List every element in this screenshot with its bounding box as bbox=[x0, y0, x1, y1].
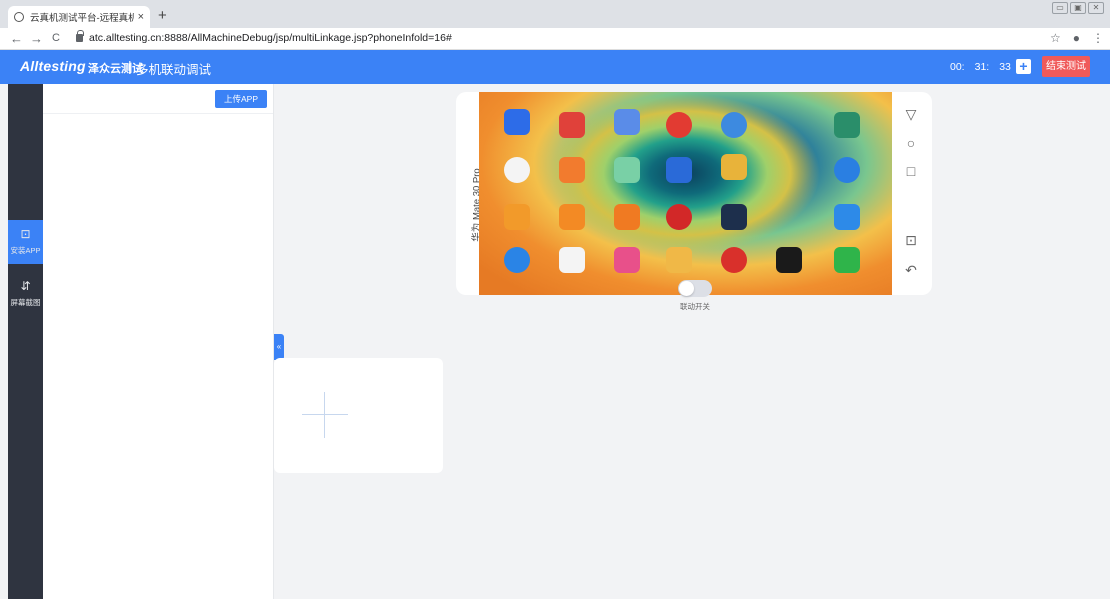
files-app-icon[interactable] bbox=[504, 204, 530, 230]
install-icon: ⊡ bbox=[20, 227, 31, 241]
app-store-icon[interactable] bbox=[666, 112, 692, 138]
app-panel: 上传APP bbox=[43, 84, 274, 599]
url-text: atc.alltesting.cn:8888/AllMachineDebug/j… bbox=[89, 32, 452, 44]
url-field[interactable]: atc.alltesting.cn:8888/AllMachineDebug/j… bbox=[76, 30, 452, 44]
recent-apps-icon[interactable]: □ bbox=[903, 163, 919, 179]
store-app-icon[interactable] bbox=[721, 247, 747, 273]
sidebar-item-label: 安装APP bbox=[10, 246, 41, 255]
browser-tabbar: 云真机测试平台-远程真机测试-Ｅ × + ▭ ▣ ✕ bbox=[0, 0, 1110, 28]
tools-folder-icon[interactable] bbox=[614, 109, 640, 135]
add-device-card[interactable] bbox=[274, 358, 443, 473]
collapse-panel-button[interactable]: « bbox=[274, 334, 284, 360]
maximize-icon[interactable]: ▣ bbox=[1070, 2, 1086, 14]
favicon-icon bbox=[14, 12, 24, 22]
phone-manager-app-icon[interactable] bbox=[559, 112, 585, 138]
camera-app-icon[interactable] bbox=[834, 112, 860, 138]
browser-menu-icon[interactable]: ⋮ bbox=[1092, 31, 1104, 45]
page-title: 多机联动调试 bbox=[136, 63, 212, 77]
wallet-app-icon[interactable] bbox=[614, 247, 640, 273]
end-test-button[interactable]: 结束测试 bbox=[1042, 56, 1090, 77]
sidebar-item-install-app[interactable]: ⊡ 安装APP bbox=[8, 220, 48, 264]
travel-app-icon[interactable] bbox=[666, 157, 692, 183]
window-close-icon[interactable]: ✕ bbox=[1088, 2, 1104, 14]
folder-app-icon[interactable] bbox=[614, 157, 640, 183]
browser-actions: ☆ ● ⋮ bbox=[1050, 31, 1104, 45]
address-bar: ← → C atc.alltesting.cn:8888/AllMachineD… bbox=[0, 28, 1110, 50]
add-time-button[interactable]: + bbox=[1016, 59, 1031, 74]
linkage-toggle-label: 联动开关 bbox=[680, 302, 710, 311]
music-app-icon[interactable] bbox=[614, 204, 640, 230]
support-app-icon[interactable] bbox=[504, 247, 530, 273]
video-app-icon[interactable] bbox=[559, 204, 585, 230]
phone-app-icon[interactable] bbox=[834, 247, 860, 273]
account-icon[interactable]: ● bbox=[1073, 31, 1080, 45]
home-circle-icon[interactable]: ○ bbox=[903, 135, 919, 151]
calendar-app-icon[interactable] bbox=[504, 109, 530, 135]
tab-close-icon[interactable]: × bbox=[138, 11, 144, 23]
timer-seconds: 33 bbox=[999, 61, 1011, 73]
tool-app-icon[interactable] bbox=[776, 247, 802, 273]
settings-app-icon[interactable] bbox=[834, 157, 860, 183]
news-app-icon[interactable] bbox=[666, 204, 692, 230]
linkage-toggle[interactable] bbox=[678, 280, 712, 297]
session-timer: 00: 31: 33 bbox=[950, 61, 1011, 73]
add-device-plus-icon bbox=[324, 392, 325, 438]
logo[interactable]: Alltesting bbox=[20, 58, 86, 74]
browser-app-icon[interactable] bbox=[721, 112, 747, 138]
lock-icon bbox=[76, 30, 84, 42]
notes-app-icon[interactable] bbox=[559, 247, 585, 273]
add-device-plus-icon-h bbox=[302, 414, 348, 415]
new-tab-button[interactable]: + bbox=[158, 7, 167, 24]
browser-tab[interactable]: 云真机测试平台-远程真机测试-Ｅ × bbox=[8, 6, 150, 28]
minimize-icon[interactable]: ▭ bbox=[1052, 2, 1068, 14]
back-arrow-icon[interactable]: ← bbox=[10, 31, 23, 46]
tab-title: 云真机测试平台-远程真机测试-Ｅ bbox=[30, 13, 134, 24]
sidebar-item-screenshot[interactable]: ⇵ 屏幕截图 bbox=[8, 272, 43, 316]
apps-folder-icon[interactable] bbox=[666, 247, 692, 273]
timer-hours: 00: bbox=[950, 61, 965, 73]
shop-app-icon[interactable] bbox=[559, 157, 585, 183]
rotate-icon[interactable]: ↶ bbox=[903, 262, 919, 279]
china-daily-app-icon[interactable] bbox=[721, 204, 747, 230]
clock-app-icon[interactable] bbox=[504, 157, 530, 183]
timer-minutes: 31: bbox=[974, 61, 990, 73]
app-header: Alltesting 泽众云测试 | 多机联动调试 00: 31: 33 + 结… bbox=[0, 50, 1110, 84]
forward-arrow-icon[interactable]: → bbox=[30, 31, 43, 46]
left-sidebar: ⊡ 安装APP ⇵ 屏幕截图 bbox=[8, 84, 48, 599]
reload-icon[interactable]: C bbox=[52, 32, 60, 44]
device-screen[interactable] bbox=[479, 92, 892, 295]
bookmark-star-icon[interactable]: ☆ bbox=[1050, 31, 1061, 45]
back-triangle-icon[interactable]: ▽ bbox=[903, 106, 919, 123]
toggle-knob bbox=[679, 281, 694, 296]
messages-app-icon[interactable] bbox=[834, 204, 860, 230]
header-separator: | bbox=[128, 58, 132, 74]
screenshot-icon[interactable]: ⊡ bbox=[903, 232, 919, 249]
window-controls: ▭ ▣ ✕ bbox=[1052, 2, 1104, 14]
logo-subtitle: 泽众云测试 bbox=[88, 63, 143, 75]
upload-app-button[interactable]: 上传APP bbox=[215, 90, 267, 108]
panel-divider bbox=[43, 113, 273, 114]
sidebar-item-label: 屏幕截图 bbox=[10, 298, 41, 307]
game-app-icon[interactable] bbox=[721, 154, 747, 180]
screenshot-icon: ⇵ bbox=[20, 279, 31, 293]
